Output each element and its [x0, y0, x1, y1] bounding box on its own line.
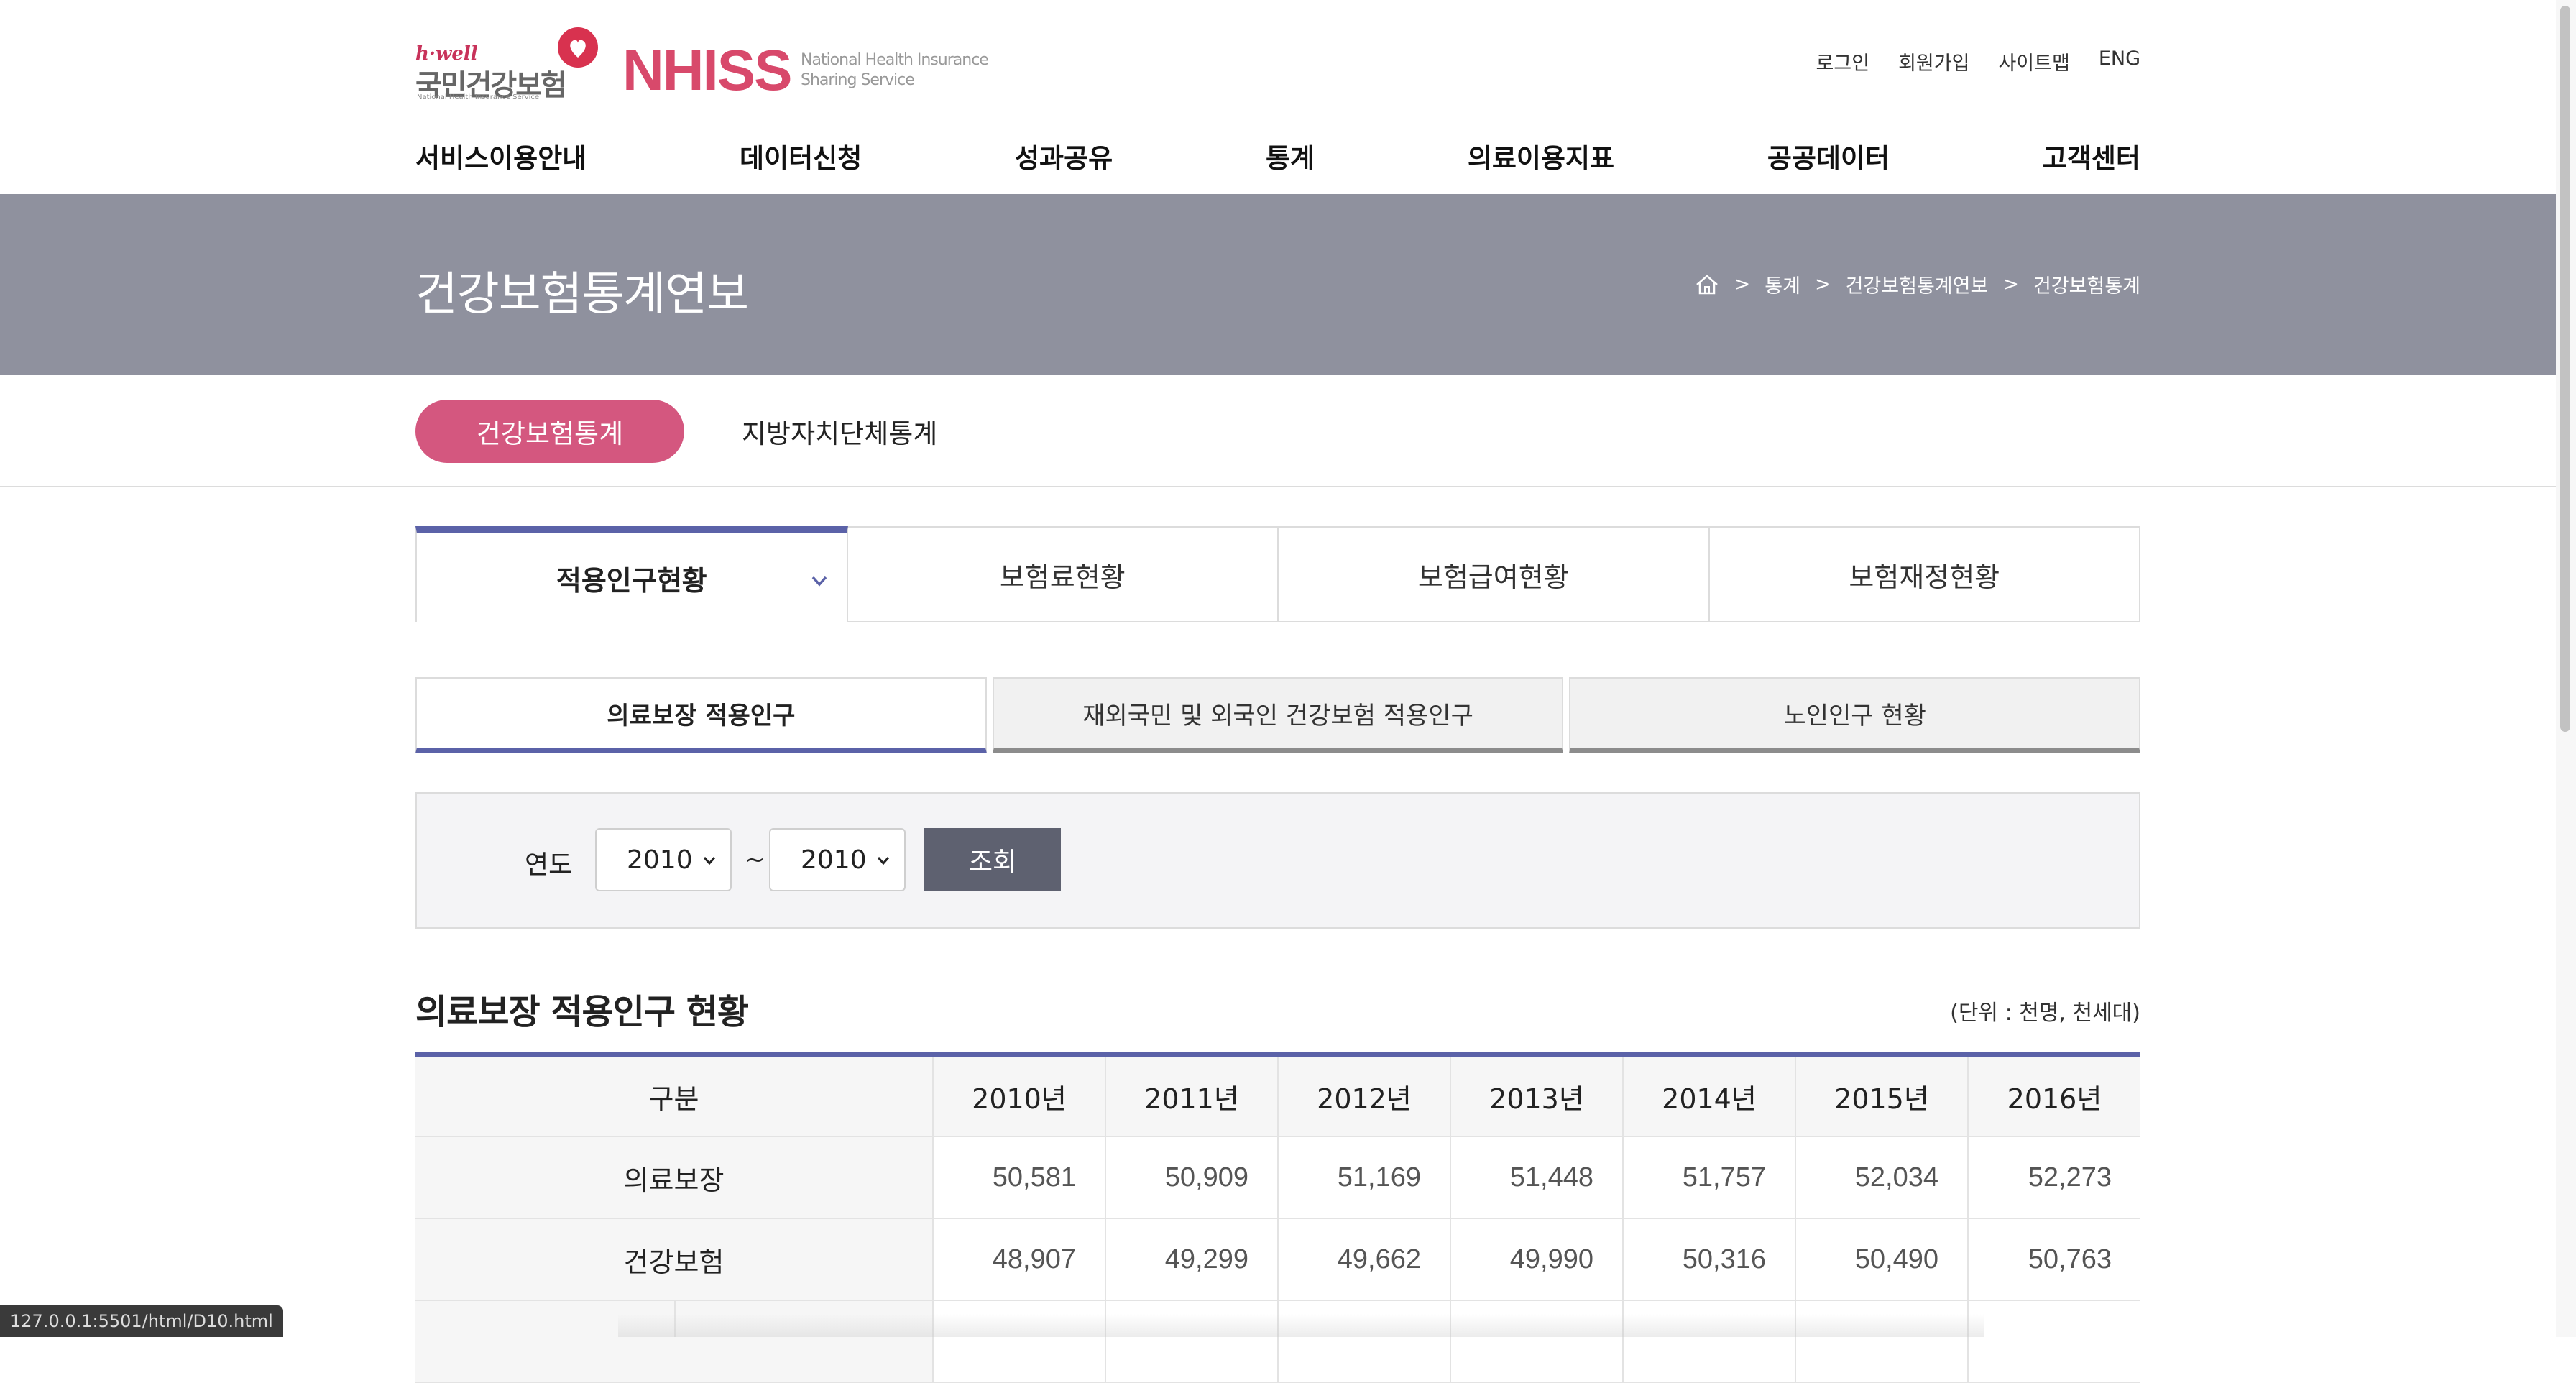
column-header: 2011년	[1105, 1052, 1279, 1137]
breadcrumb-separator: >	[1814, 273, 1831, 295]
row-label: 의료보장	[415, 1136, 934, 1219]
range-separator: ~	[745, 845, 765, 874]
chevron-down-icon	[811, 576, 827, 587]
column-header: 2014년	[1623, 1052, 1796, 1137]
year-to-select[interactable]: 2010	[769, 828, 906, 891]
sub-tabs: 의료보장 적용인구 재외국민 및 외국인 건강보험 적용인구 노인인구 현황	[415, 677, 2141, 753]
tab-finance-status[interactable]: 보험재정현황	[1709, 526, 2140, 622]
table-cell	[1623, 1300, 1796, 1383]
table-cell: 50,490	[1795, 1218, 1969, 1301]
tab-label: 적용인구현황	[556, 564, 707, 597]
tab-premium-status[interactable]: 보험료현황	[847, 526, 1279, 622]
breadcrumb-item-statistics[interactable]: 통계	[1765, 270, 1800, 298]
breadcrumb-item-yearbook[interactable]: 건강보험통계연보	[1846, 270, 1989, 298]
year-from-select[interactable]: 2010	[595, 828, 732, 891]
subtab-elderly-population[interactable]: 노인인구 현황	[1569, 677, 2141, 753]
column-header: 2010년	[933, 1052, 1106, 1137]
logo-nhiss-sub-line2: Sharing Service	[801, 71, 915, 89]
heart-logo-icon	[558, 27, 598, 68]
table-cell: 50,763	[1968, 1218, 2140, 1301]
home-icon[interactable]	[1694, 272, 1720, 298]
english-link[interactable]: ENG	[2099, 47, 2140, 75]
year-from-value: 2010	[627, 845, 693, 875]
table-cell: 49,990	[1450, 1218, 1624, 1301]
table-row: 건강보험 48,907 49,299 49,662 49,990 50,316 …	[415, 1218, 2140, 1301]
year-label: 연도	[525, 850, 573, 880]
section-title: 의료보장 적용인구 현황	[415, 992, 749, 1032]
subtab-medical-coverage[interactable]: 의료보장 적용인구	[415, 677, 987, 753]
chevron-down-icon	[703, 857, 716, 865]
table-cell	[1795, 1300, 1969, 1383]
breadcrumb: > 통계 > 건강보험통계연보 > 건강보험통계	[1694, 270, 2140, 298]
table-cell	[1968, 1300, 2140, 1383]
column-header: 구분	[415, 1052, 934, 1137]
status-url: 127.0.0.1:5501/html/D10.html	[0, 1305, 283, 1337]
table-header-row: 구분 2010년 2011년 2012년 2013년 2014년 2015년 2…	[415, 1052, 2140, 1137]
nav-item-results[interactable]: 성과공유	[1015, 137, 1113, 175]
table-cell: 51,448	[1450, 1136, 1624, 1219]
nav-item-medical-index[interactable]: 의료이용지표	[1468, 137, 1614, 175]
divider	[0, 486, 2556, 487]
column-header: 2012년	[1278, 1052, 1451, 1137]
login-link[interactable]: 로그인	[1816, 47, 1870, 75]
nav-item-public-data[interactable]: 공공데이터	[1767, 137, 1890, 175]
table-cell: 49,299	[1105, 1218, 1279, 1301]
logo-nhiss-text: NHISS	[622, 38, 792, 102]
table-cell: 51,757	[1623, 1136, 1796, 1219]
row-label: 건강보험	[415, 1218, 934, 1301]
table-cell	[1450, 1300, 1624, 1383]
region-tabs: 건강보험통계 지방자치단체통계	[415, 400, 937, 463]
logo-small-text: National Health Insurance Service	[417, 93, 540, 101]
table-cell: 52,273	[1968, 1136, 2140, 1219]
utility-links: 로그인 회원가입 사이트맵 ENG	[1816, 47, 2140, 75]
search-panel: 연도 2010 ~ 2010 조회	[415, 792, 2140, 929]
table-cell: 49,662	[1278, 1218, 1451, 1301]
page-title: 건강보험통계연보	[415, 268, 749, 321]
tab-coverage-population[interactable]: 적용인구현황	[415, 526, 848, 622]
table-cell: 50,909	[1105, 1136, 1279, 1219]
logo-nhiss-sub-line1: National Health Insurance	[801, 51, 989, 69]
logo-nhiss-subtitle: National Health Insurance Sharing Servic…	[801, 50, 989, 91]
breadcrumb-item-current: 건강보험통계	[2033, 275, 2140, 298]
column-header: 2015년	[1795, 1052, 1969, 1137]
column-header: 2016년	[1968, 1052, 2140, 1137]
column-header: 2013년	[1450, 1052, 1624, 1137]
subtab-overseas-foreign[interactable]: 재외국민 및 외국인 건강보험 적용인구	[992, 677, 1564, 753]
nav-item-data-request[interactable]: 데이터신청	[740, 137, 862, 175]
tab-health-insurance-stats[interactable]: 건강보험통계	[415, 400, 684, 463]
table-cell: 50,316	[1623, 1218, 1796, 1301]
sitemap-link[interactable]: 사이트맵	[1998, 47, 2069, 75]
table-cell: 52,034	[1795, 1136, 1969, 1219]
table-cell	[1105, 1300, 1279, 1383]
chevron-down-icon	[877, 857, 890, 865]
tab-benefit-status[interactable]: 보험급여현황	[1279, 526, 1710, 622]
signup-link[interactable]: 회원가입	[1898, 47, 1969, 75]
scrollbar-thumb[interactable]	[2560, 6, 2570, 732]
search-button[interactable]: 조회	[924, 828, 1061, 891]
main-navigation: 서비스이용안내 데이터신청 성과공유 통계 의료이용지표 공공데이터 고객센터	[415, 137, 2140, 175]
table-cell: 50,581	[933, 1136, 1106, 1219]
tab-local-government-stats[interactable]: 지방자치단체통계	[742, 412, 937, 451]
scroll-fade	[618, 1314, 1984, 1337]
nav-item-service-guide[interactable]: 서비스이용안내	[415, 137, 586, 175]
page-banner: 건강보험통계연보 > 통계 > 건강보험통계연보 > 건강보험통계	[0, 194, 2556, 375]
table-cell	[1278, 1300, 1451, 1383]
nav-item-statistics[interactable]: 통계	[1266, 137, 1315, 175]
table-row: 의료보장 50,581 50,909 51,169 51,448 51,757 …	[415, 1136, 2140, 1219]
year-to-value: 2010	[801, 845, 867, 875]
breadcrumb-separator: >	[2002, 273, 2019, 295]
category-tabs: 적용인구현황 보험료현황 보험급여현황 보험재정현황	[415, 526, 2140, 622]
table-cell: 51,169	[1278, 1136, 1451, 1219]
table-cell: 48,907	[933, 1218, 1106, 1301]
breadcrumb-separator: >	[1734, 273, 1751, 295]
nav-item-customer-center[interactable]: 고객센터	[2043, 137, 2140, 175]
table-cell	[933, 1300, 1106, 1383]
site-logo[interactable]: h·well 국민건강보험 National Health Insurance …	[415, 22, 990, 108]
unit-label: (단위 : 천명, 천세대)	[1950, 1001, 2140, 1026]
